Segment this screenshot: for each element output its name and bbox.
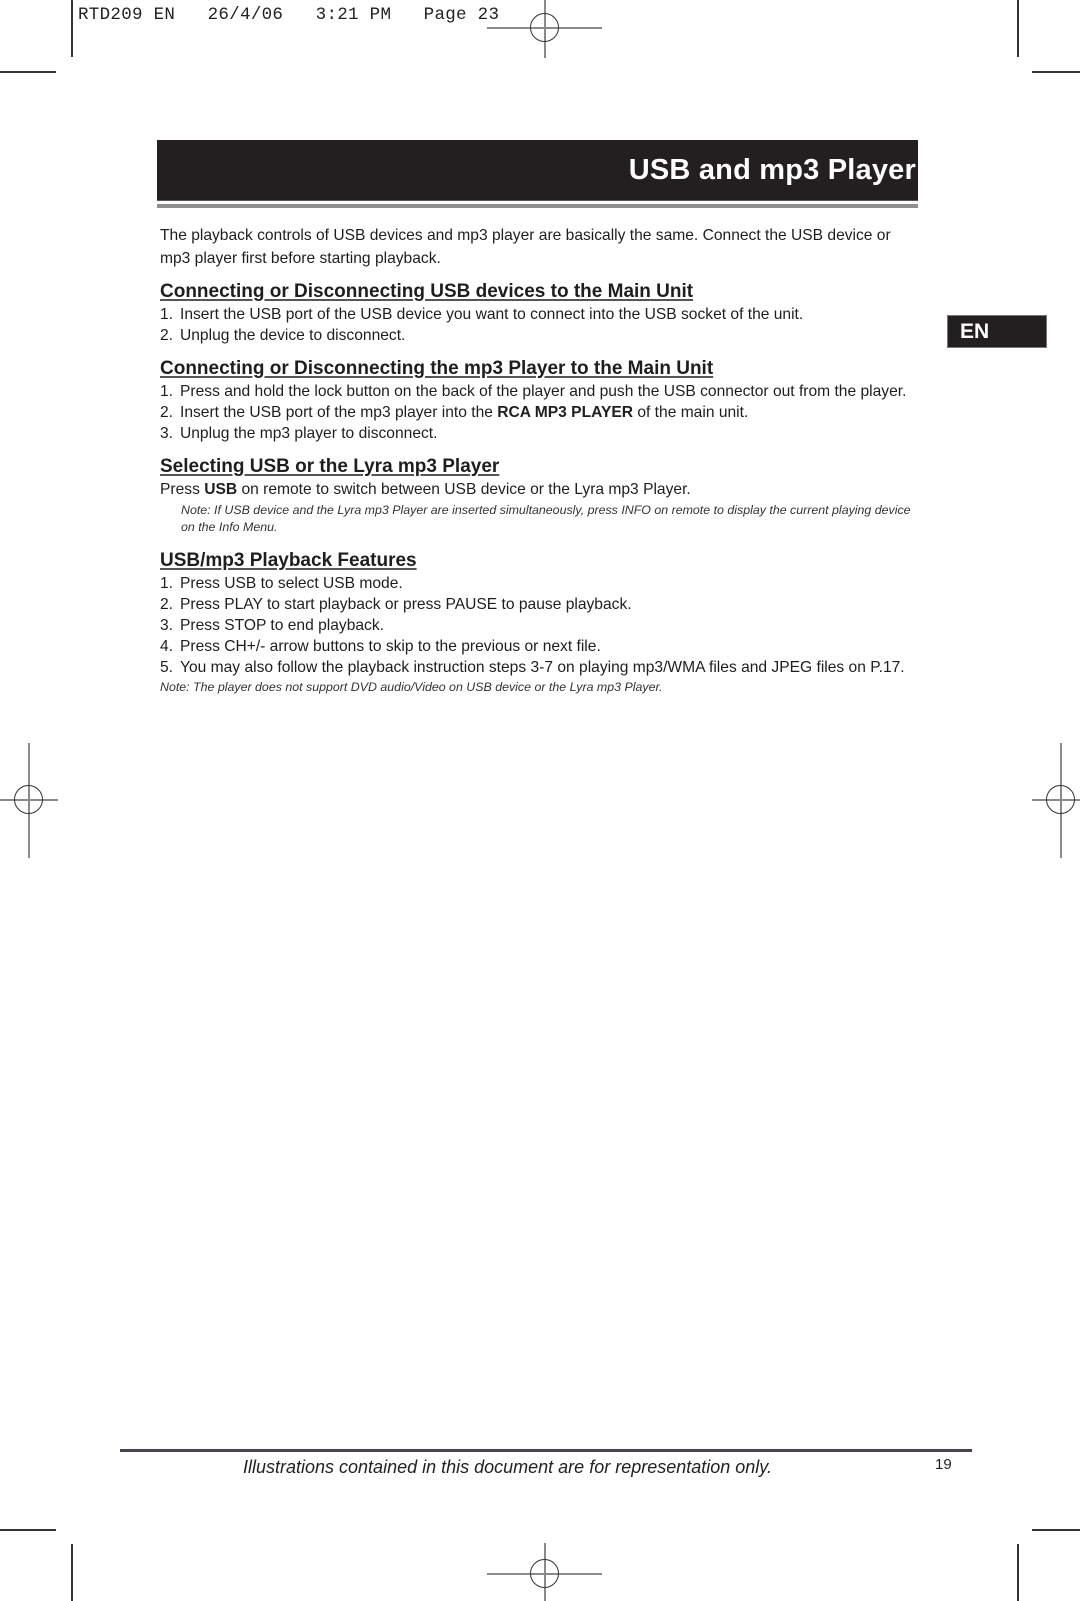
steps-playback: 1. Press USB to select USB mode. 2. Press … <box>160 573 920 678</box>
intro-paragraph: The playback controls of USB devices and… <box>160 227 891 267</box>
registration-mark-bottom <box>487 1543 602 1601</box>
registration-mark-left <box>0 743 58 858</box>
section-heading-selecting: Selecting USB or the Lyra mp3 Player <box>160 456 500 477</box>
crop-mark <box>1032 71 1080 73</box>
section-heading-connect-usb: Connecting or Disconnecting USB devices … <box>160 281 694 302</box>
main-content: The playback controls of USB devices and… <box>160 224 920 696</box>
list-item: 3. Press STOP to end playback. <box>160 617 384 634</box>
crop-mark <box>1017 1544 1019 1601</box>
list-item: 2. Press PLAY to start playback or press … <box>160 596 632 613</box>
section-heading-connect-mp3: Connecting or Disconnecting the mp3 Play… <box>160 358 714 379</box>
list-item: 5. You may also follow the playback instr… <box>160 659 905 676</box>
language-tab: EN <box>947 315 1047 348</box>
footer-rule <box>120 1449 972 1452</box>
selecting-note: Note: If USB device and the Lyra mp3 Pla… <box>181 503 911 534</box>
list-item: 1. Insert the USB port of the USB device … <box>160 306 804 323</box>
crop-mark <box>0 71 56 73</box>
section-heading-playback: USB/mp3 Playback Features <box>160 550 417 571</box>
title-bar: USB and mp3 Player <box>157 140 918 201</box>
list-item: 3. Unplug the mp3 player to disconnect. <box>160 425 438 442</box>
crop-mark <box>71 0 73 57</box>
registration-mark-right <box>1032 743 1080 858</box>
footer-disclaimer: Illustrations contained in this document… <box>243 1457 772 1477</box>
playback-note: Note: The player does not support DVD au… <box>160 680 663 694</box>
bold-term: USB <box>204 481 238 498</box>
selecting-paragraph: Press USB on remote to switch between US… <box>160 481 691 498</box>
list-item: 2. Insert the USB port of the mp3 player … <box>160 404 749 421</box>
list-item: 1. Press and hold the lock button on the … <box>160 383 907 400</box>
bold-term: RCA MP3 PLAYER <box>497 404 634 421</box>
language-tab-label: EN <box>960 320 990 343</box>
steps-connect-usb: 1. Insert the USB port of the USB device … <box>160 304 920 346</box>
crop-mark <box>71 1544 73 1601</box>
registration-mark-top <box>487 0 602 58</box>
page-number: 19 <box>935 1456 952 1473</box>
page-title: USB and mp3 Player <box>628 154 916 186</box>
list-item: 2. Unplug the device to disconnect. <box>160 327 406 344</box>
crop-mark <box>1017 0 1019 57</box>
steps-connect-mp3: 1. Press and hold the lock button on the … <box>160 381 920 444</box>
list-item: 4. Press CH+/- arrow buttons to skip to t… <box>160 638 601 655</box>
print-slug: RTD209 EN 26/4/06 3:21 PM Page 23 <box>78 5 500 25</box>
title-underline-rule <box>157 204 918 208</box>
list-item: 1. Press USB to select USB mode. <box>160 575 403 592</box>
crop-mark <box>0 1529 56 1531</box>
crop-mark <box>1032 1529 1080 1531</box>
